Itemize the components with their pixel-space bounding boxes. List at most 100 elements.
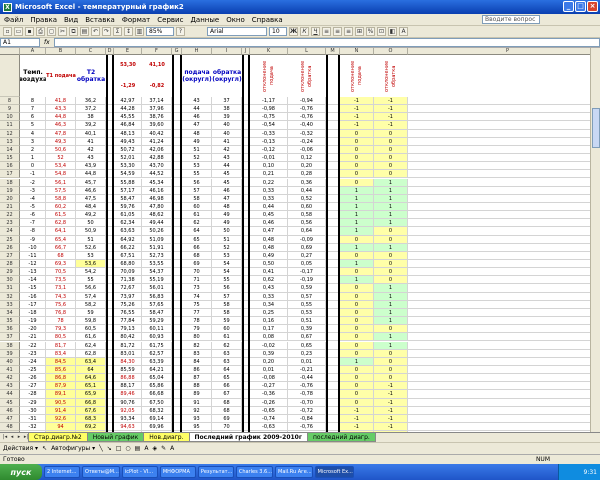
save-icon[interactable]: ▪	[25, 27, 34, 36]
cell-b[interactable]: 41,8	[46, 97, 76, 106]
cell-o[interactable]: 1	[374, 219, 408, 228]
cell-a[interactable]: -7	[20, 219, 46, 228]
cell-o[interactable]: 1	[374, 284, 408, 293]
row-header[interactable]: 24	[0, 227, 20, 236]
cell-o[interactable]: 1	[374, 202, 408, 212]
cell-k[interactable]: 0,10	[250, 162, 288, 171]
cell-e[interactable]: 93,34	[114, 414, 142, 423]
cell-e[interactable]: 57,17	[114, 186, 142, 195]
cell-f[interactable]: 58,47	[142, 308, 172, 318]
cell-l[interactable]: 0,59	[288, 284, 326, 293]
cell-i[interactable]: 63	[212, 357, 242, 366]
empty-cell[interactable]	[408, 284, 600, 293]
empty-cell[interactable]	[408, 301, 600, 309]
cell-e[interactable]: 49,43	[114, 137, 142, 146]
cell-f[interactable]: 50,26	[142, 227, 172, 236]
cell-i[interactable]: 66	[212, 382, 242, 391]
cell-a[interactable]: -31	[20, 414, 46, 423]
autoshapes-menu[interactable]: Автофигуры ▾	[51, 445, 95, 452]
row-header[interactable]: 17	[0, 170, 20, 179]
cell-n[interactable]: 1	[340, 357, 374, 366]
taskbar-item[interactable]: МНФОРМА	[159, 466, 196, 478]
cell-n[interactable]: 0	[340, 365, 374, 375]
cell-i[interactable]: 40	[212, 121, 242, 130]
cell-h[interactable]: 79	[182, 325, 212, 334]
cell-n[interactable]: -1	[340, 121, 374, 130]
help-icon[interactable]: ?	[176, 27, 185, 36]
empty-cell[interactable]	[408, 236, 600, 244]
empty-cell[interactable]	[408, 130, 600, 138]
cell-e[interactable]: 64,92	[114, 235, 142, 244]
cell-k[interactable]: -0,08	[250, 374, 288, 383]
header-cell-e[interactable]: -1,29	[114, 76, 142, 97]
cell-b[interactable]: 44,8	[46, 113, 76, 122]
cell-k[interactable]: -0,75	[250, 113, 288, 122]
row-header[interactable]: 41	[0, 365, 20, 375]
empty-cell[interactable]	[408, 195, 600, 203]
cell-h[interactable]: 53	[182, 162, 212, 171]
cell-b[interactable]: 60,2	[46, 202, 76, 212]
cell-l[interactable]: 0,12	[288, 154, 326, 163]
cell-k[interactable]: -0,36	[250, 390, 288, 399]
cell-l[interactable]: 0,55	[288, 300, 326, 309]
empty-cell[interactable]	[408, 227, 600, 236]
cell-h[interactable]: 86	[182, 365, 212, 375]
row-header[interactable]: 23	[0, 219, 20, 228]
column-header[interactable]: F	[142, 48, 172, 55]
cell-l[interactable]: 0,44	[288, 186, 326, 195]
cell-e[interactable]: 79,13	[114, 325, 142, 334]
cell-a[interactable]: 0	[20, 162, 46, 171]
cell-c[interactable]: 54,2	[76, 268, 106, 277]
cell-e[interactable]: 54,59	[114, 170, 142, 179]
cell-h[interactable]: 89	[182, 390, 212, 399]
cell-b[interactable]: 56,1	[46, 178, 76, 187]
cell-n[interactable]: 0	[340, 398, 374, 407]
first-sheet-icon[interactable]: |◂	[2, 434, 8, 441]
cell-l[interactable]: -0,09	[288, 235, 326, 244]
cell-l[interactable]: -0,06	[288, 145, 326, 155]
menu-item-3[interactable]: Вставка	[85, 16, 115, 24]
cell-e[interactable]: 66,22	[114, 243, 142, 252]
cell-l[interactable]: -0,84	[288, 414, 326, 423]
cell-i[interactable]: 49	[212, 211, 242, 220]
cell-c[interactable]: 64	[76, 365, 106, 375]
cell-n[interactable]: 0	[340, 178, 374, 187]
cell-o[interactable]: 0	[374, 162, 408, 171]
cell-k[interactable]: -0,01	[250, 154, 288, 163]
cell-c[interactable]: 50,9	[76, 227, 106, 236]
cell-a[interactable]: -15	[20, 284, 46, 293]
empty-cell[interactable]	[408, 252, 600, 260]
cell-f[interactable]: 42,06	[142, 145, 172, 155]
cell-h[interactable]: 80	[182, 333, 212, 342]
row-header[interactable]: 22	[0, 211, 20, 220]
cell-b[interactable]: 49,3	[46, 137, 76, 146]
menu-item-1[interactable]: Правка	[30, 16, 57, 24]
header-cell-h[interactable]: подача (округл)	[182, 55, 212, 97]
empty-cell[interactable]	[408, 138, 600, 146]
empty-cell[interactable]	[408, 219, 600, 228]
bold-icon[interactable]: Ж	[289, 27, 298, 36]
cell-a[interactable]: 5	[20, 121, 46, 130]
cell-a[interactable]: -30	[20, 406, 46, 415]
cell-l[interactable]: 0,36	[288, 178, 326, 187]
cell-h[interactable]: 52	[182, 154, 212, 163]
zoom-select[interactable]: 85%	[146, 27, 174, 36]
cell-a[interactable]: -9	[20, 235, 46, 244]
cell-h[interactable]: 78	[182, 317, 212, 326]
row-header[interactable]: 27	[0, 251, 20, 260]
cell-b[interactable]: 46,3	[46, 121, 76, 130]
cell-k[interactable]: 0,08	[250, 333, 288, 342]
column-header[interactable]: E	[114, 48, 142, 55]
cell-a[interactable]: -4	[20, 194, 46, 203]
empty-cell[interactable]	[408, 407, 600, 415]
cell-l[interactable]: -0,76	[288, 113, 326, 122]
fill-bucket-icon[interactable]: ◈	[152, 445, 157, 452]
cell-f[interactable]: 65,04	[142, 374, 172, 383]
cell-a[interactable]: -1	[20, 170, 46, 179]
sort-icon[interactable]: ↕	[124, 27, 133, 36]
cell-f[interactable]: 60,11	[142, 325, 172, 334]
cell-c[interactable]: 56,6	[76, 284, 106, 293]
cell-b[interactable]: 75,6	[46, 300, 76, 309]
cell-n[interactable]: 1	[340, 243, 374, 252]
cell-c[interactable]: 41	[76, 137, 106, 146]
